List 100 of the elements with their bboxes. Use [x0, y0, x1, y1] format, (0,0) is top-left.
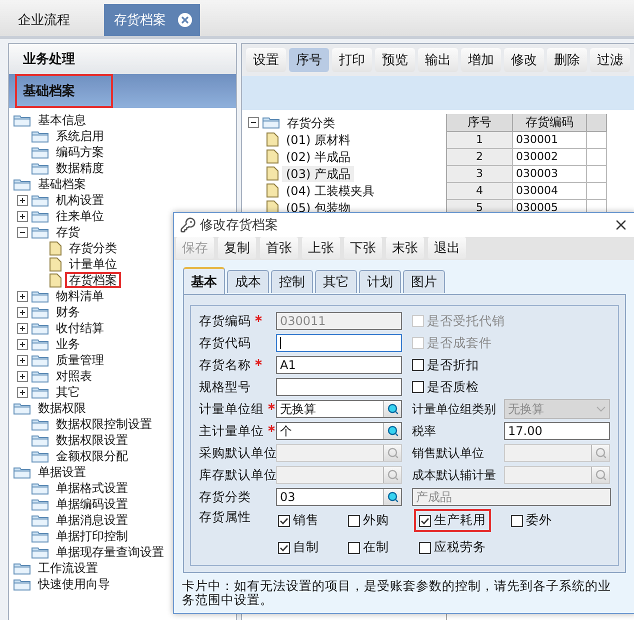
tab[interactable]: 其它 — [315, 270, 357, 293]
checkbox[interactable]: 是否质检 — [412, 378, 479, 396]
expand-icon[interactable] — [17, 354, 28, 366]
input-field[interactable] — [276, 334, 402, 352]
toolbar-button[interactable]: 下张 — [344, 237, 382, 260]
tree-item[interactable]: 其它 — [52, 384, 84, 400]
tree-item[interactable]: 单据现存量查询设置 — [52, 544, 168, 560]
expand-icon[interactable] — [17, 370, 28, 382]
search-icon[interactable] — [383, 401, 401, 417]
checkbox[interactable]: 生产耗用 — [414, 509, 491, 532]
page-icon — [266, 166, 279, 181]
tree-item[interactable]: (02) 半成品 — [282, 148, 354, 164]
search-icon[interactable] — [383, 489, 401, 505]
tab[interactable]: 存货档案 — [104, 4, 200, 36]
lookup-field[interactable]: 03 — [276, 488, 402, 506]
input-field[interactable]: 17.00 — [504, 422, 610, 440]
checkbox[interactable]: 是否折扣 — [412, 356, 479, 374]
folder-icon — [31, 450, 49, 462]
tree-item[interactable]: 单据格式设置 — [52, 480, 132, 496]
tree-item[interactable]: 质量管理 — [52, 352, 108, 368]
folder-icon — [13, 466, 31, 478]
tab[interactable]: 图片 — [403, 270, 445, 293]
expand-icon[interactable] — [17, 290, 28, 302]
checkbox[interactable]: 应税劳务 — [414, 536, 491, 559]
toolbar-button[interactable]: 退出 — [428, 237, 466, 260]
section-header[interactable]: 业务处理 — [9, 44, 236, 74]
tab[interactable]: 基本 — [183, 267, 225, 294]
input-field[interactable] — [276, 378, 402, 396]
search-icon[interactable] — [383, 423, 401, 439]
tree-item[interactable]: 业务 — [52, 336, 84, 352]
tree-item[interactable]: 工作流设置 — [34, 560, 102, 576]
expand-icon[interactable] — [17, 306, 28, 318]
tree-item[interactable]: 单据编码设置 — [52, 496, 132, 512]
input-field[interactable]: A1 — [276, 356, 402, 374]
tree-item[interactable]: 机构设置 — [52, 192, 108, 208]
tree-item[interactable]: 存货 — [52, 224, 84, 240]
folder-icon — [262, 116, 280, 129]
toolbar-button[interactable]: 修改 — [504, 48, 544, 72]
tree-item[interactable]: 存货档案 — [65, 272, 121, 288]
tree-item[interactable]: 单据消息设置 — [52, 512, 132, 528]
tree-item[interactable]: (01) 原材料 — [282, 132, 354, 148]
toolbar-button[interactable]: 预览 — [375, 48, 415, 72]
toolbar-button[interactable]: 过滤 — [590, 48, 630, 72]
toolbar-button[interactable]: 删除 — [547, 48, 587, 72]
tree-item[interactable]: 财务 — [52, 304, 84, 320]
checkmark-icon — [420, 516, 430, 526]
toolbar-button[interactable]: 复制 — [218, 237, 256, 260]
tree-item[interactable]: 数据精度 — [52, 160, 108, 176]
tree-item[interactable]: 数据权限 — [34, 400, 90, 416]
tree-item[interactable]: 往来单位 — [52, 208, 108, 224]
tree-item[interactable]: 单据打印控制 — [52, 528, 132, 544]
toolbar-button[interactable]: 序号 — [289, 48, 329, 72]
lookup-field[interactable]: 个 — [276, 422, 402, 440]
tree-item[interactable]: 数据权限控制设置 — [52, 416, 156, 432]
tree-item[interactable]: 系统启用 — [52, 128, 108, 144]
collapse-icon[interactable] — [17, 226, 28, 238]
tree-item[interactable]: 存货分类 — [65, 240, 121, 256]
expand-icon[interactable] — [17, 194, 28, 206]
tree-item[interactable]: (03) 产成品 — [282, 166, 354, 182]
expand-icon[interactable] — [17, 210, 28, 222]
expand-icon[interactable] — [17, 338, 28, 350]
checkbox[interactable]: 外购 — [343, 509, 394, 532]
checkbox[interactable]: 在制 — [343, 536, 394, 559]
toolbar-button[interactable]: 打印 — [332, 48, 372, 72]
tab[interactable]: 控制 — [271, 270, 313, 293]
tree-item[interactable]: 快速使用向导 — [34, 576, 114, 592]
tree-item[interactable]: 收付结算 — [52, 320, 108, 336]
toolbar-button[interactable]: 增加 — [461, 48, 501, 72]
toolbar-button[interactable]: 上张 — [302, 237, 340, 260]
tree-item[interactable]: 基础档案 — [34, 176, 90, 192]
checkbox[interactable]: 销售 — [273, 509, 324, 532]
tab[interactable]: 计划 — [359, 270, 401, 293]
tree-item[interactable]: 数据权限设置 — [52, 432, 132, 448]
tree-item[interactable]: 对照表 — [52, 368, 96, 384]
tree-item[interactable]: 计量单位 — [65, 256, 121, 272]
tree-item[interactable]: 金额权限分配 — [52, 448, 132, 464]
tree-item[interactable]: (04) 工装模夹具 — [282, 182, 378, 198]
lookup-field[interactable]: 无换算 — [276, 400, 402, 418]
toolbar-button[interactable]: 设置 — [246, 48, 286, 72]
tree-item[interactable]: 物料清单 — [52, 288, 108, 304]
section-header[interactable]: 基础档案 — [9, 74, 236, 108]
tree-item[interactable]: 存货分类 — [283, 114, 339, 130]
tree-item[interactable]: 编码方案 — [52, 144, 108, 160]
checkmark-icon — [279, 516, 289, 526]
checkbox[interactable]: 委外 — [506, 509, 557, 532]
toolbar-button[interactable]: 末张 — [386, 237, 424, 260]
checkbox[interactable]: 自制 — [273, 536, 324, 559]
toolbar-button[interactable]: 首张 — [260, 237, 298, 260]
expand-icon[interactable] — [17, 386, 28, 398]
chevron-down-icon — [596, 406, 606, 412]
tab[interactable]: 企业流程 — [8, 4, 100, 36]
toolbar-button[interactable]: 输出 — [418, 48, 458, 72]
page-icon — [266, 149, 279, 164]
tree-item[interactable]: 单据设置 — [34, 464, 90, 480]
expand-icon[interactable] — [17, 322, 28, 334]
tree-item[interactable]: 基本信息 — [34, 112, 90, 128]
collapse-icon[interactable] — [248, 117, 259, 128]
page-icon — [49, 240, 62, 256]
field-label: 存货名称 — [199, 356, 276, 374]
tab[interactable]: 成本 — [227, 270, 269, 293]
